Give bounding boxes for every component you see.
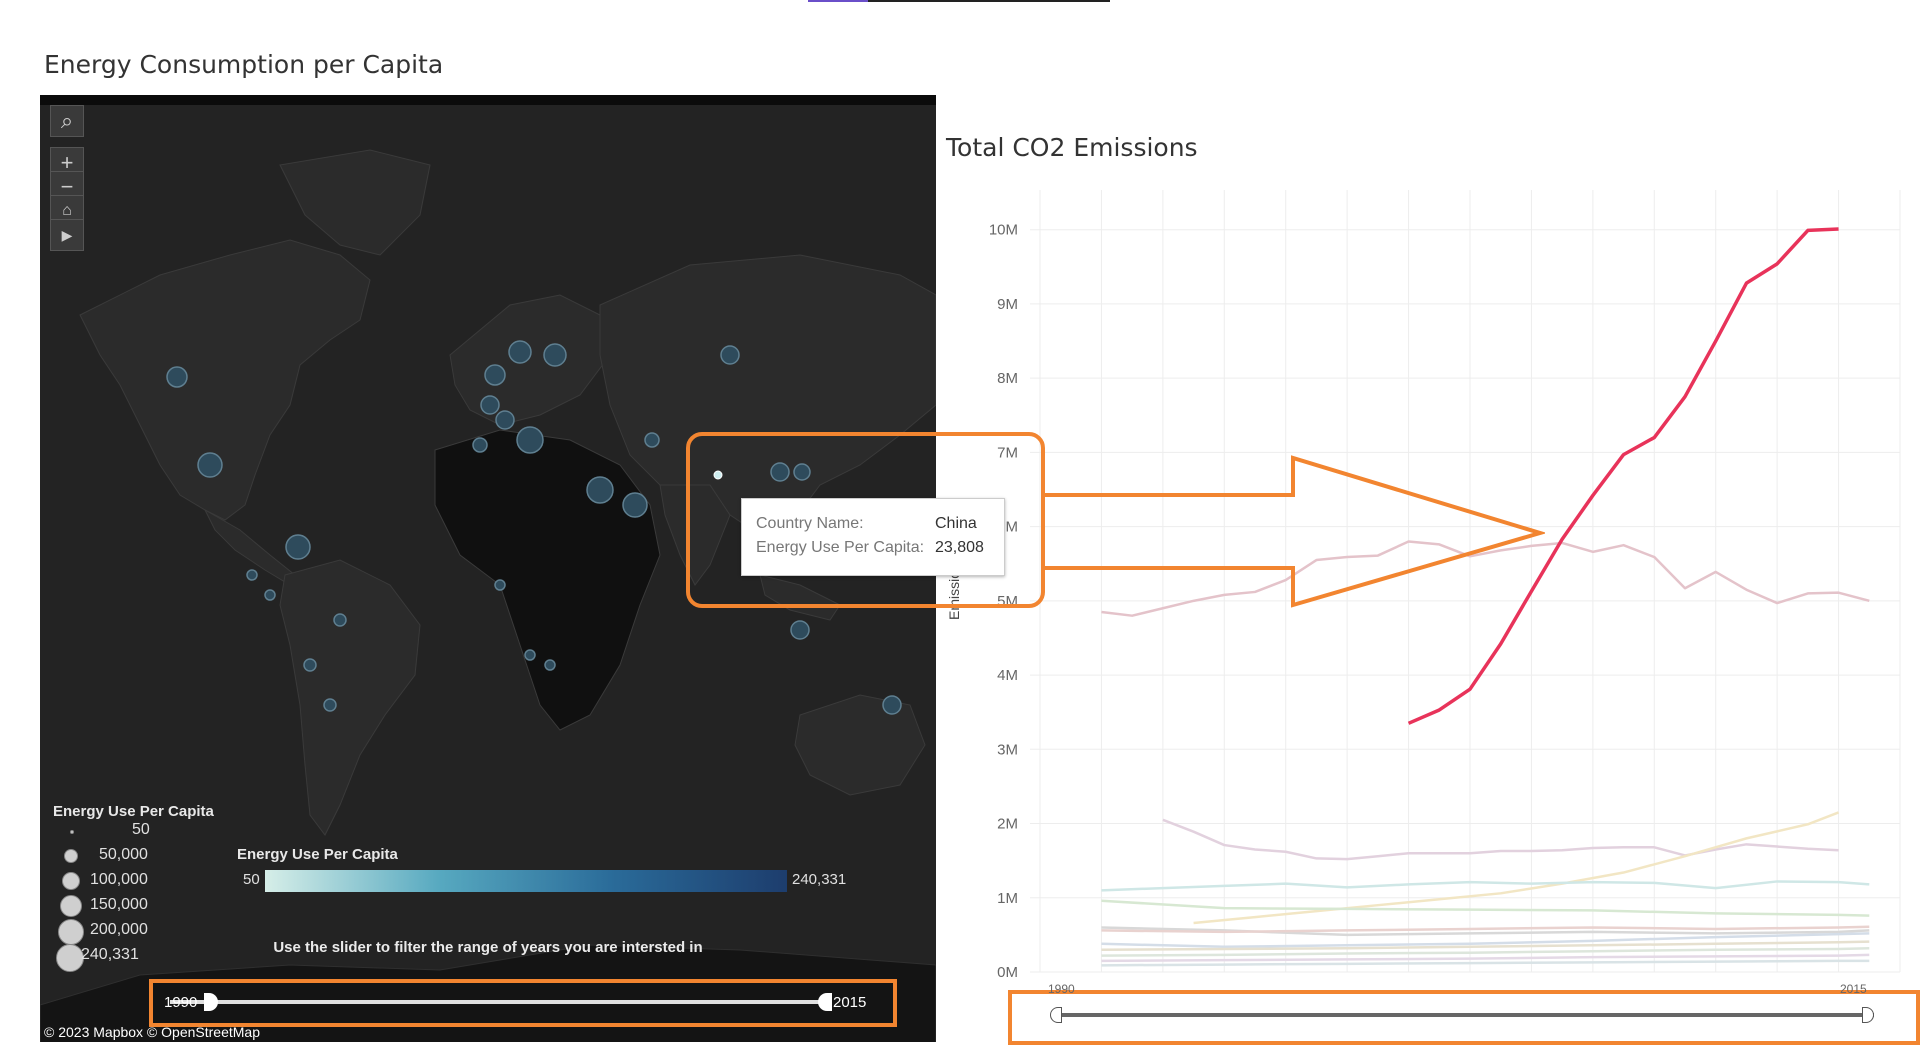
y-tick-label: 4M — [997, 667, 1018, 684]
color-legend-title: Energy Use Per Capita — [237, 846, 398, 863]
range-slider-end-label: 2015 — [1840, 982, 1867, 996]
series-line — [1101, 899, 1870, 917]
range-slider-track[interactable] — [1056, 1013, 1874, 1017]
size-legend-label: 100,000 — [90, 871, 148, 888]
size-legend-dot — [70, 830, 74, 834]
size-legend-label: 150,000 — [90, 896, 148, 913]
range-slider-start-handle[interactable] — [1050, 1007, 1062, 1023]
slider-instructions: Use the slider to filter the range of ye… — [273, 939, 703, 956]
y-tick-label: 10M — [989, 222, 1018, 239]
year-slider-end-handle[interactable] — [818, 993, 832, 1011]
series-line — [1193, 811, 1840, 925]
y-tick-label: 9M — [997, 296, 1018, 313]
size-legend-label: 50,000 — [99, 846, 148, 863]
y-tick-label: 8M — [997, 370, 1018, 387]
range-slider-start-label: 1990 — [1048, 982, 1075, 996]
series-line — [1101, 932, 1870, 949]
y-tick-label: 1M — [997, 890, 1018, 907]
size-legend-dot — [60, 895, 82, 917]
color-legend-max: 240,331 — [792, 871, 847, 888]
map-title: Energy Consumption per Capita — [44, 50, 444, 79]
series-line — [1101, 959, 1870, 967]
color-legend-bar — [265, 870, 787, 892]
chart-title: Total CO2 Emissions — [946, 133, 1198, 162]
y-tick-label: 3M — [997, 741, 1018, 758]
year-slider-end-label: 2015 — [833, 994, 867, 1011]
series-line — [1162, 818, 1839, 861]
size-legend-label: 50 — [132, 821, 150, 838]
tooltip-highlight — [686, 432, 1045, 608]
range-slider-highlight — [1008, 990, 1920, 1045]
size-legend-title: Energy Use Per Capita — [53, 803, 214, 820]
arrow-annotation — [1045, 455, 1545, 608]
size-legend-label: 200,000 — [90, 921, 148, 938]
y-tick-label: 2M — [997, 816, 1018, 833]
size-legend-dot — [64, 849, 78, 863]
series-line — [1101, 880, 1870, 892]
play-icon[interactable]: ▶ — [50, 219, 84, 251]
top-bar-accent — [808, 0, 868, 2]
search-icon[interactable]: ⌕ — [50, 105, 84, 137]
y-tick-label: 0M — [997, 964, 1018, 981]
year-slider-track[interactable] — [170, 1000, 826, 1004]
size-legend-dot — [62, 872, 80, 890]
year-slider-start-label: 1990 — [164, 994, 198, 1011]
color-legend-min: 50 — [243, 871, 260, 888]
